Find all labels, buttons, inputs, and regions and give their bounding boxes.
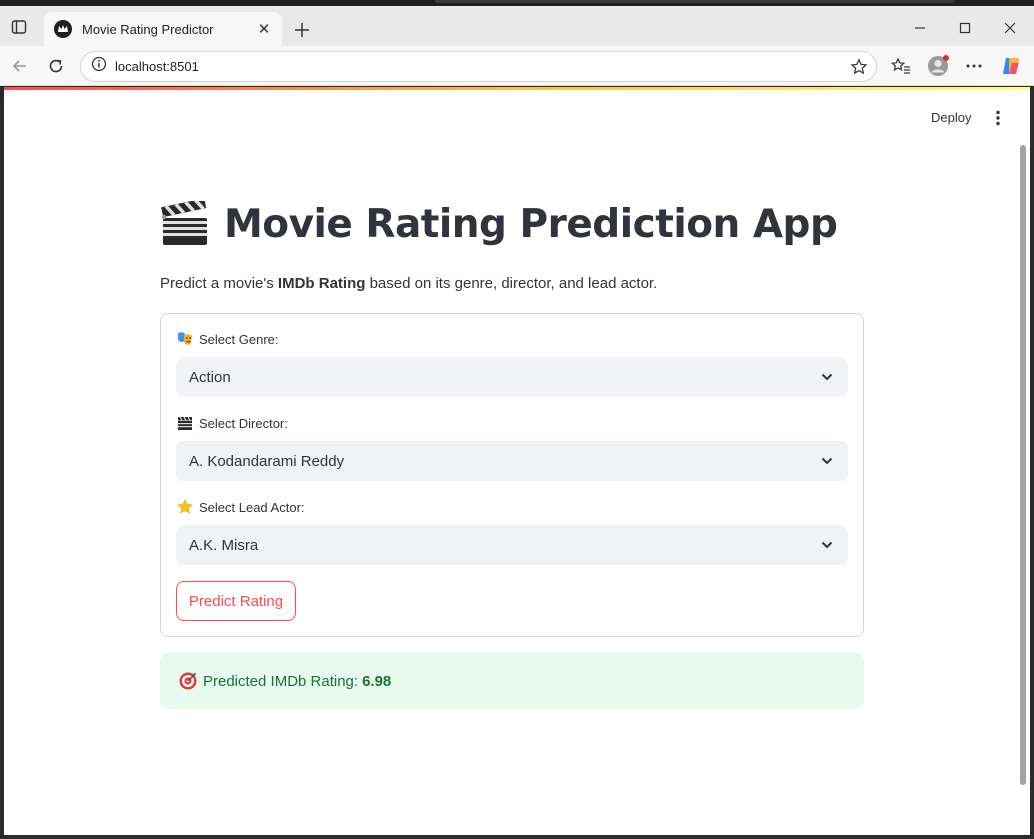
favorites-icon[interactable] xyxy=(889,54,913,78)
theater-masks-icon xyxy=(177,331,193,347)
genre-select-value: Action xyxy=(189,368,231,386)
prediction-result-alert: Predicted IMDb Rating: 6.98 xyxy=(160,653,864,709)
streamlit-favicon-icon xyxy=(54,20,72,38)
subtitle-suffix: based on its genre, director, and lead a… xyxy=(365,275,658,292)
genre-select[interactable]: Action xyxy=(176,357,848,397)
reload-icon[interactable] xyxy=(44,54,68,78)
page-title-text: Movie Rating Prediction App xyxy=(224,201,838,247)
subtitle-prefix: Predict a movie's xyxy=(160,275,278,292)
director-select[interactable]: A. Kodandarami Reddy xyxy=(176,441,848,481)
clapperboard-icon xyxy=(161,201,207,245)
minimize-icon[interactable] xyxy=(906,16,934,40)
copilot-icon[interactable] xyxy=(999,54,1023,78)
genre-label: Select Genre: xyxy=(177,331,279,347)
maximize-icon[interactable] xyxy=(951,16,979,40)
director-label: Select Director: xyxy=(177,415,288,431)
browser-toolbar: localhost:8501 xyxy=(0,46,1034,86)
actor-label: Select Lead Actor: xyxy=(177,499,305,515)
back-icon[interactable] xyxy=(8,54,32,78)
browser-tab-active[interactable]: Movie Rating Predictor ✕ xyxy=(44,12,282,46)
target-icon xyxy=(179,672,197,690)
actor-select-value: A.K. Misra xyxy=(189,536,259,554)
tab-close-icon[interactable]: ✕ xyxy=(256,21,272,38)
director-select-value: A. Kodandarami Reddy xyxy=(189,452,345,470)
more-options-icon[interactable] xyxy=(962,54,986,78)
site-info-icon[interactable] xyxy=(91,56,107,77)
address-bar[interactable]: localhost:8501 xyxy=(80,51,877,82)
star-icon xyxy=(177,499,193,515)
new-tab-icon[interactable] xyxy=(290,18,314,42)
genre-label-text: Select Genre: xyxy=(199,331,279,347)
sidebar-toggle-icon[interactable] xyxy=(8,16,30,38)
director-label-text: Select Director: xyxy=(199,415,288,431)
deploy-button[interactable]: Deploy xyxy=(921,105,981,129)
profile-avatar-icon[interactable] xyxy=(926,54,950,78)
predict-rating-button[interactable]: Predict Rating xyxy=(176,581,296,621)
clapperboard-small-icon xyxy=(177,415,193,431)
chevron-down-icon xyxy=(821,373,833,381)
tab-title: Movie Rating Predictor xyxy=(82,21,214,37)
actor-label-text: Select Lead Actor: xyxy=(199,499,305,515)
app-page: Deploy Movie Rating Prediction App Predi… xyxy=(4,87,1030,835)
subtitle-bold: IMDb Rating xyxy=(277,275,366,292)
top-decoration-bar xyxy=(4,87,1030,90)
chevron-down-icon xyxy=(821,457,833,465)
favorite-star-icon[interactable] xyxy=(850,58,868,76)
result-value: 6.98 xyxy=(362,672,392,690)
window-close-icon[interactable] xyxy=(996,16,1024,40)
chevron-down-icon xyxy=(821,541,833,549)
prediction-form: Select Genre: Action Select Director: A.… xyxy=(160,313,864,637)
url-text: localhost:8501 xyxy=(115,59,199,74)
page-scrollbar[interactable] xyxy=(1020,145,1026,785)
actor-select[interactable]: A.K. Misra xyxy=(176,525,848,565)
result-label: Predicted IMDb Rating: xyxy=(203,672,359,690)
main-menu-icon[interactable] xyxy=(986,106,1010,130)
page-title: Movie Rating Prediction App xyxy=(160,201,838,247)
page-subtitle: Predict a movie's IMDb Rating based on i… xyxy=(160,275,657,292)
browser-tab-bar: Movie Rating Predictor ✕ xyxy=(0,6,1034,46)
